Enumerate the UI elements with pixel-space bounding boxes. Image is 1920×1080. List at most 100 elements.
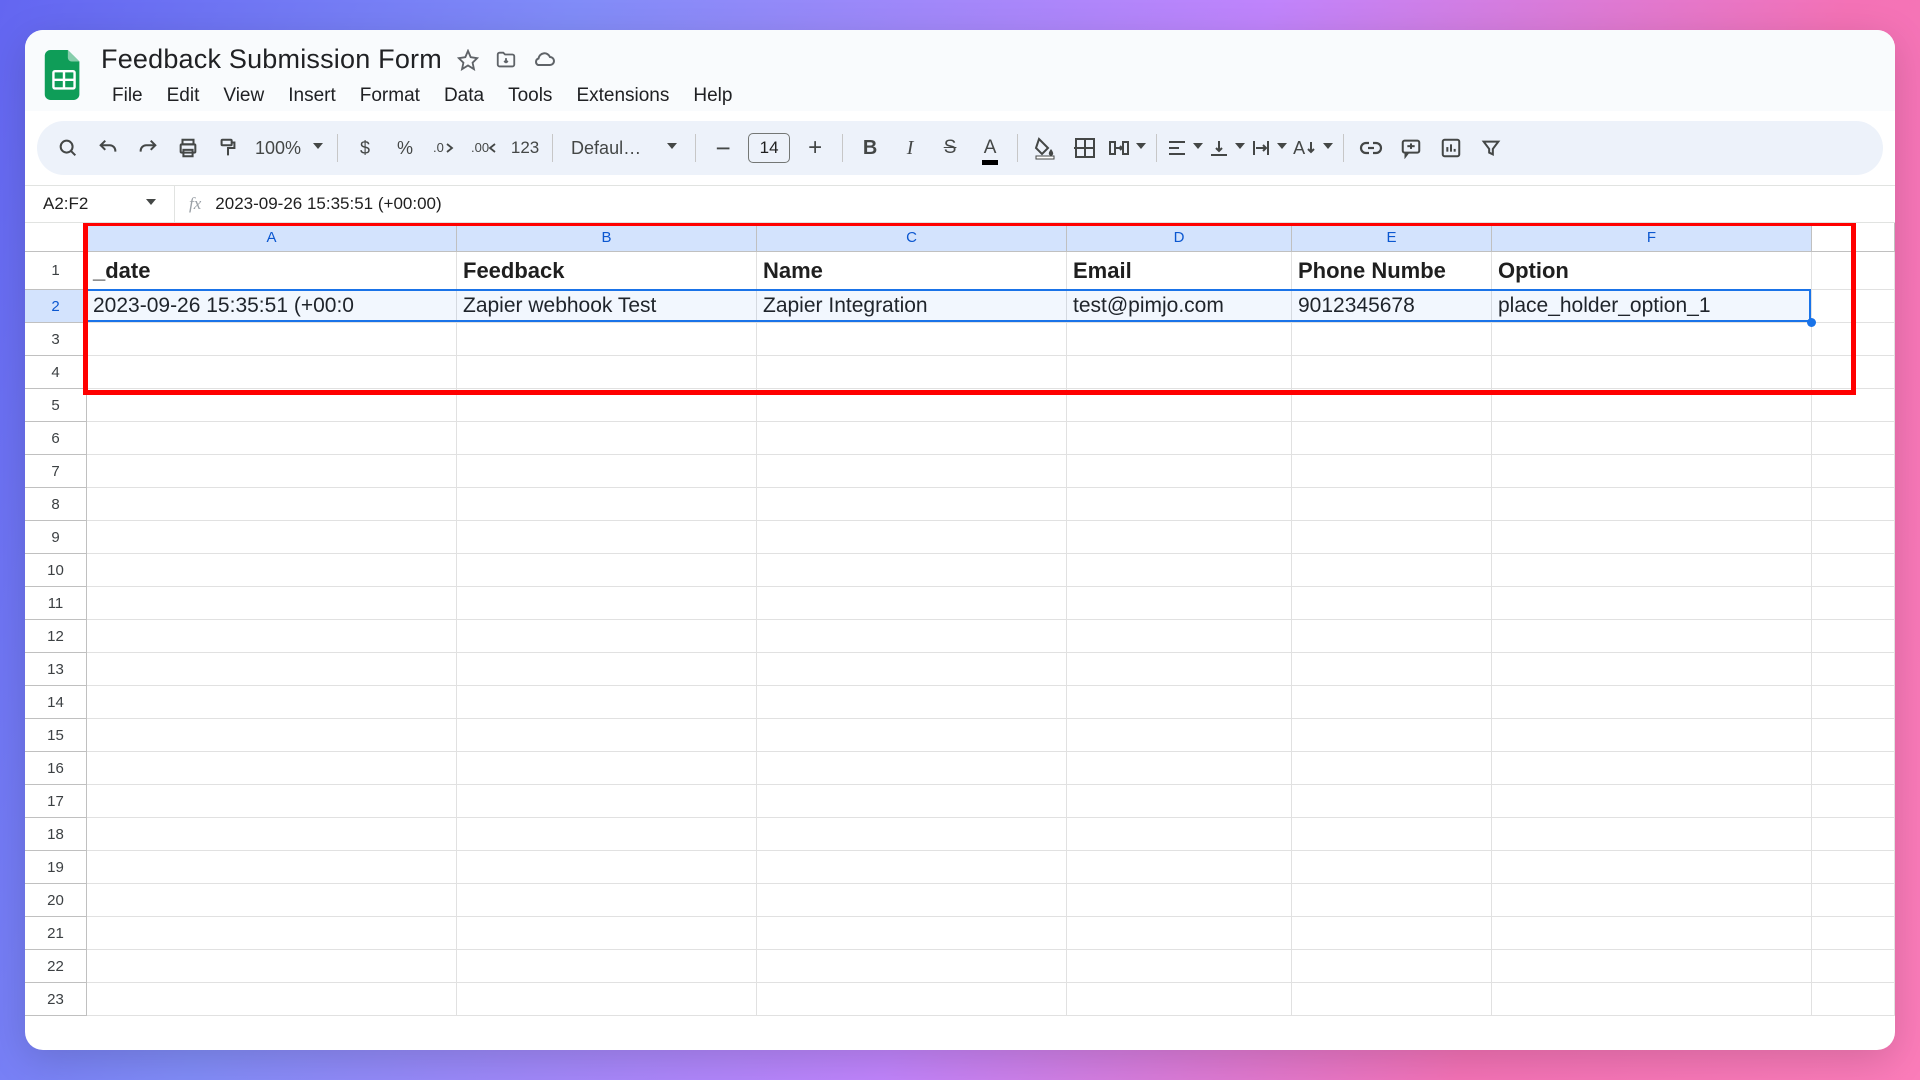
cell[interactable] xyxy=(457,323,757,356)
cell[interactable] xyxy=(757,851,1067,884)
row-header[interactable]: 7 xyxy=(25,455,87,488)
cell[interactable] xyxy=(1067,917,1292,950)
column-header[interactable]: D xyxy=(1067,223,1292,252)
selection-handle[interactable] xyxy=(1807,318,1816,327)
cell[interactable] xyxy=(1292,983,1492,1016)
row-header[interactable]: 1 xyxy=(25,252,87,290)
cell[interactable] xyxy=(87,389,457,422)
cell[interactable] xyxy=(87,521,457,554)
cell[interactable] xyxy=(1492,488,1812,521)
cell[interactable] xyxy=(1492,983,1812,1016)
cell[interactable]: 2023-09-26 15:35:51 (+00:0 xyxy=(87,290,457,323)
cell[interactable] xyxy=(1492,323,1812,356)
cell[interactable] xyxy=(1492,587,1812,620)
cell[interactable] xyxy=(1292,719,1492,752)
cell[interactable] xyxy=(1492,719,1812,752)
row-header[interactable]: 13 xyxy=(25,653,87,686)
insert-comment-icon[interactable] xyxy=(1394,130,1428,166)
cell[interactable] xyxy=(757,488,1067,521)
font-select[interactable]: Defaul… xyxy=(563,138,685,159)
sheets-logo[interactable] xyxy=(41,44,87,104)
print-icon[interactable] xyxy=(171,130,205,166)
cell[interactable] xyxy=(1067,653,1292,686)
cell[interactable] xyxy=(1067,785,1292,818)
row-header[interactable]: 11 xyxy=(25,587,87,620)
cell[interactable] xyxy=(457,884,757,917)
cell[interactable]: 9012345678 xyxy=(1292,290,1492,323)
row-header[interactable]: 23 xyxy=(25,983,87,1016)
row-header[interactable]: 22 xyxy=(25,950,87,983)
row-header[interactable]: 14 xyxy=(25,686,87,719)
cell[interactable] xyxy=(1292,356,1492,389)
cell[interactable]: Zapier Integration xyxy=(757,290,1067,323)
row-header[interactable]: 15 xyxy=(25,719,87,752)
cell[interactable] xyxy=(1492,851,1812,884)
column-header[interactable]: A xyxy=(87,223,457,252)
cell[interactable] xyxy=(1067,620,1292,653)
format-123-button[interactable]: 123 xyxy=(508,130,542,166)
cell[interactable] xyxy=(457,653,757,686)
borders-icon[interactable] xyxy=(1068,130,1102,166)
cell[interactable] xyxy=(1492,620,1812,653)
row-header[interactable]: 16 xyxy=(25,752,87,785)
cell[interactable] xyxy=(757,752,1067,785)
cell[interactable] xyxy=(1292,851,1492,884)
cell[interactable]: Name xyxy=(757,252,1067,290)
cell[interactable] xyxy=(1292,818,1492,851)
vertical-align-button[interactable] xyxy=(1209,130,1245,166)
menu-extensions[interactable]: Extensions xyxy=(565,81,680,111)
cell[interactable]: Email xyxy=(1067,252,1292,290)
cell[interactable] xyxy=(1067,686,1292,719)
cell[interactable] xyxy=(757,356,1067,389)
cell[interactable] xyxy=(87,983,457,1016)
cell[interactable] xyxy=(457,851,757,884)
cell[interactable]: Feedback xyxy=(457,252,757,290)
cell[interactable] xyxy=(1067,884,1292,917)
increase-decimal-icon[interactable]: .00 xyxy=(468,130,502,166)
zoom-select[interactable]: 100% xyxy=(251,138,327,159)
cell[interactable] xyxy=(1292,752,1492,785)
cell[interactable] xyxy=(1067,752,1292,785)
cell[interactable] xyxy=(87,587,457,620)
cell[interactable] xyxy=(1492,917,1812,950)
cell[interactable] xyxy=(1492,884,1812,917)
insert-link-icon[interactable] xyxy=(1354,130,1388,166)
text-rotation-button[interactable]: A xyxy=(1293,130,1333,166)
cell[interactable]: Phone Numbe xyxy=(1292,252,1492,290)
cell[interactable] xyxy=(457,752,757,785)
cell[interactable] xyxy=(1292,389,1492,422)
cell[interactable] xyxy=(87,785,457,818)
row-header[interactable]: 20 xyxy=(25,884,87,917)
cell[interactable] xyxy=(1067,455,1292,488)
paint-format-icon[interactable] xyxy=(211,130,245,166)
cell[interactable] xyxy=(1067,554,1292,587)
column-header[interactable]: E xyxy=(1292,223,1492,252)
cell[interactable] xyxy=(757,917,1067,950)
cell[interactable] xyxy=(1292,785,1492,818)
cell[interactable] xyxy=(457,950,757,983)
cell[interactable] xyxy=(1292,521,1492,554)
undo-icon[interactable] xyxy=(91,130,125,166)
cell[interactable] xyxy=(1067,983,1292,1016)
cell[interactable] xyxy=(457,521,757,554)
cell[interactable] xyxy=(1067,818,1292,851)
column-header[interactable]: B xyxy=(457,223,757,252)
cell[interactable] xyxy=(457,686,757,719)
row-header[interactable]: 18 xyxy=(25,818,87,851)
cell[interactable] xyxy=(1067,323,1292,356)
cell[interactable]: Option xyxy=(1492,252,1812,290)
menu-view[interactable]: View xyxy=(212,81,275,111)
cell[interactable] xyxy=(1492,785,1812,818)
cell[interactable] xyxy=(757,620,1067,653)
cell[interactable] xyxy=(757,983,1067,1016)
row-header[interactable]: 21 xyxy=(25,917,87,950)
cell[interactable] xyxy=(757,422,1067,455)
bold-button[interactable]: B xyxy=(853,130,887,166)
row-header[interactable]: 19 xyxy=(25,851,87,884)
cell[interactable] xyxy=(1067,950,1292,983)
cell[interactable] xyxy=(457,983,757,1016)
row-header[interactable]: 3 xyxy=(25,323,87,356)
row-header[interactable]: 10 xyxy=(25,554,87,587)
merge-cells-button[interactable] xyxy=(1108,130,1146,166)
cell[interactable] xyxy=(1492,455,1812,488)
